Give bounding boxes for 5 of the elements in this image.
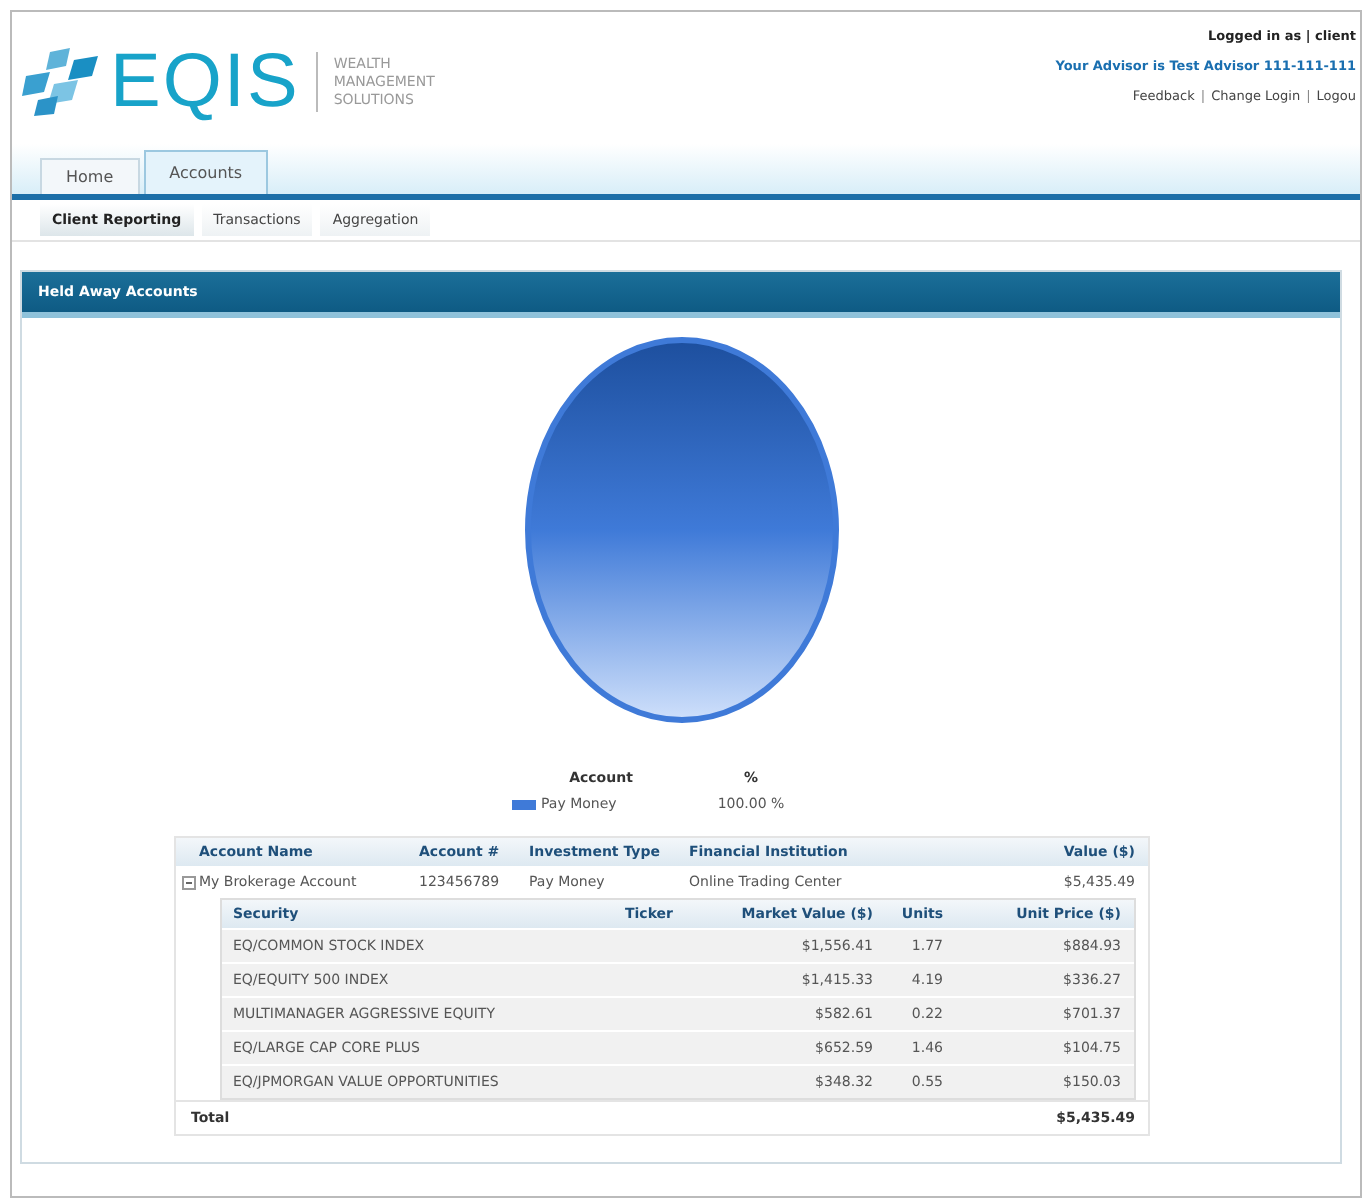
logo-text: EQIS — [110, 39, 300, 125]
collapse-icon[interactable] — [181, 875, 195, 889]
nav-tab[interactable]: Home — [40, 158, 140, 194]
nav-tab[interactable]: Accounts — [143, 150, 269, 194]
logo-icon — [22, 48, 102, 116]
